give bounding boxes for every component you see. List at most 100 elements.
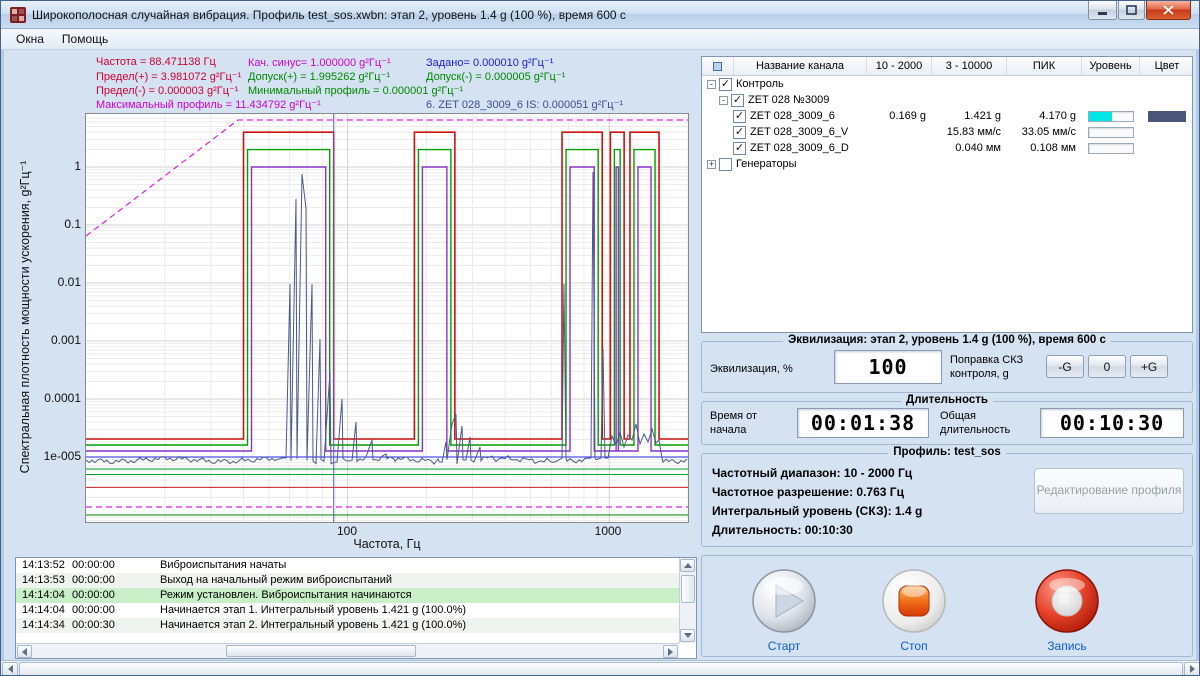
channel-peak-value: 0.108 мм bbox=[1030, 142, 1076, 154]
app-icon bbox=[10, 6, 26, 23]
record-label: Запись bbox=[1047, 639, 1087, 653]
y-tick-label: 0.1 bbox=[64, 217, 81, 231]
checkbox-checked[interactable]: ✓ bbox=[733, 141, 746, 155]
annotation-tolerance-minus: Допуск(-) = 0.000005 g²Гц⁻¹ bbox=[426, 71, 566, 83]
level-meter bbox=[1088, 110, 1134, 122]
stop-button[interactable]: Стоп bbox=[879, 566, 949, 653]
annotation-max-profile: Максимальный профиль = 11.434792 g²Гц⁻¹ bbox=[96, 99, 321, 111]
elapsed-time-label: Время от начала bbox=[710, 410, 758, 436]
transport-controls: Старт Стоп Запись bbox=[701, 555, 1193, 657]
checkbox-checked[interactable]: ✓ bbox=[719, 77, 732, 91]
header-band-10-2000[interactable]: 10 - 2000 bbox=[867, 57, 932, 75]
header-band-3-10000[interactable]: 3 - 10000 bbox=[932, 57, 1007, 75]
channel-wide-value: 1.421 g bbox=[964, 110, 1001, 122]
menu-bar: Окна Помощь bbox=[1, 29, 1199, 50]
title-bar[interactable]: Широкополосная случайная вибрация. Профи… bbox=[1, 1, 1199, 29]
profile-integral-level: Интегральный уровень (СКЗ): 1.4 g bbox=[712, 504, 923, 518]
channel-name: ZET 028_3009_6_V bbox=[750, 126, 849, 138]
checkbox-checked[interactable]: ✓ bbox=[731, 93, 744, 107]
profile-frequency-resolution: Частотное разрешение: 0.763 Гц bbox=[712, 485, 904, 499]
channel-row[interactable]: ✓ ZET 028_3009_6_V 15.83 мм/с 33.05 мм/с bbox=[702, 124, 1192, 140]
channel-table-header: Название канала 10 - 2000 3 - 10000 ПИК … bbox=[702, 57, 1192, 76]
annotation-setpoint: Задано= 0.000010 g²Гц⁻¹ bbox=[426, 57, 554, 69]
header-color[interactable]: Цвет bbox=[1140, 57, 1194, 75]
log-message: Начинается этап 1. Интегральный уровень … bbox=[160, 604, 467, 616]
log-message: Выход на начальный режим виброиспытаний bbox=[160, 574, 393, 586]
scroll-thumb[interactable] bbox=[681, 575, 695, 603]
scroll-up-button[interactable] bbox=[680, 559, 695, 572]
log-row[interactable]: 14:14:04 00:00:00 Режим установлен. Вибр… bbox=[16, 588, 696, 603]
record-button[interactable]: Запись bbox=[1032, 566, 1102, 653]
annotation-tolerance-plus: Допуск(+) = 1.995262 g²Гц⁻¹ bbox=[248, 71, 391, 83]
tree-label: Генераторы bbox=[736, 158, 797, 170]
scroll-left-button[interactable] bbox=[17, 645, 32, 658]
event-log: 14:13:52 00:00:00 Виброиспытания начаты … bbox=[15, 557, 697, 659]
start-button[interactable]: Старт bbox=[749, 566, 819, 653]
log-row[interactable]: 14:14:04 00:00:00 Начинается этап 1. Инт… bbox=[16, 603, 696, 618]
header-channel-name[interactable]: Название канала bbox=[734, 57, 867, 75]
collapse-expander-icon[interactable]: - bbox=[719, 95, 728, 105]
level-meter bbox=[1088, 142, 1134, 154]
stop-label: Стоп bbox=[900, 639, 928, 653]
scroll-right-button[interactable] bbox=[663, 645, 678, 658]
window-title: Широкополосная случайная вибрация. Профи… bbox=[32, 7, 626, 22]
profile-frequency-range: Частотный диапазон: 10 - 2000 Гц bbox=[712, 466, 913, 480]
annotation-sweep-sine: Кач. синус= 1.000000 g²Гц⁻¹ bbox=[248, 57, 391, 69]
level-meter bbox=[1088, 126, 1134, 138]
x-axis-label: Частота, Гц bbox=[353, 537, 421, 551]
maximize-button[interactable] bbox=[1118, 1, 1145, 20]
expand-expander-icon[interactable]: + bbox=[707, 159, 716, 169]
channel-wide-value: 15.83 мм/с bbox=[946, 126, 1001, 138]
log-horizontal-scrollbar[interactable] bbox=[16, 643, 679, 658]
start-label: Старт bbox=[767, 639, 801, 653]
channel-color-swatch bbox=[1148, 110, 1186, 122]
channel-row[interactable]: ✓ ZET 028_3009_6_D 0.040 мм 0.108 мм bbox=[702, 140, 1192, 156]
header-level[interactable]: Уровень bbox=[1082, 57, 1140, 75]
menu-help[interactable]: Помощь bbox=[53, 30, 117, 48]
app-horizontal-scrollbar[interactable] bbox=[1, 660, 1199, 675]
y-tick-label: 0.01 bbox=[57, 275, 81, 289]
log-time: 14:13:52 bbox=[22, 559, 65, 571]
duration-group: Длительность Время от начала 00:01:38 Об… bbox=[701, 394, 1193, 445]
equalization-value-display: 100 bbox=[834, 350, 942, 384]
tree-row-generators[interactable]: + Генераторы bbox=[702, 156, 1192, 172]
header-peak[interactable]: ПИК bbox=[1007, 57, 1082, 75]
tree-row-device[interactable]: - ✓ ZET 028 №3009 bbox=[702, 92, 1192, 108]
minus-g-button[interactable]: -G bbox=[1046, 355, 1084, 378]
stop-icon bbox=[882, 569, 946, 633]
edit-profile-button[interactable]: Редактирование профиля bbox=[1034, 468, 1184, 514]
y-tick-label: 0.001 bbox=[50, 333, 81, 347]
minimize-button[interactable] bbox=[1088, 1, 1117, 20]
checkbox-checked[interactable]: ✓ bbox=[733, 125, 746, 139]
menu-windows[interactable]: Окна bbox=[7, 30, 53, 48]
scroll-thumb[interactable] bbox=[226, 645, 416, 657]
log-elapsed: 00:00:00 bbox=[72, 589, 115, 601]
scroll-thumb[interactable] bbox=[19, 662, 1183, 675]
collapse-expander-icon[interactable]: - bbox=[707, 79, 716, 89]
log-vertical-scrollbar[interactable] bbox=[679, 558, 696, 643]
scroll-down-button[interactable] bbox=[680, 629, 695, 642]
close-button[interactable] bbox=[1146, 1, 1191, 20]
scroll-right-button[interactable] bbox=[1184, 662, 1199, 675]
tree-row-control[interactable]: - ✓ Контроль bbox=[702, 76, 1192, 92]
x-tick-label: 100 bbox=[336, 524, 358, 538]
scroll-left-button[interactable] bbox=[2, 662, 18, 675]
annotation-limit-minus: Предел(-) = 0.000003 g²Гц⁻¹ bbox=[96, 85, 239, 97]
channel-row[interactable]: ✓ ZET 028_3009_6 0.169 g 1.421 g 4.170 g bbox=[702, 108, 1192, 124]
zero-g-button[interactable]: 0 bbox=[1088, 355, 1126, 378]
profile-group: Профиль: test_sos Частотный диапазон: 10… bbox=[701, 446, 1193, 547]
header-select-all[interactable] bbox=[702, 57, 734, 75]
spectrum-plot[interactable] bbox=[85, 113, 689, 523]
checkbox-checked[interactable]: ✓ bbox=[733, 109, 746, 123]
log-row[interactable]: 14:13:52 00:00:00 Виброиспытания начаты bbox=[16, 558, 696, 573]
plus-g-button[interactable]: +G bbox=[1130, 355, 1168, 378]
level-meter-fill bbox=[1089, 111, 1112, 121]
log-message: Виброиспытания начаты bbox=[160, 559, 287, 571]
spectrum-plot-canvas bbox=[85, 114, 689, 522]
log-row[interactable]: 14:13:53 00:00:00 Выход на начальный реж… bbox=[16, 573, 696, 588]
log-row[interactable]: 14:14:34 00:00:30 Начинается этап 2. Инт… bbox=[16, 618, 696, 633]
y-tick-label: 1e-005 bbox=[43, 449, 81, 463]
checkbox-unchecked[interactable] bbox=[719, 157, 732, 171]
channel-table: Название канала 10 - 2000 3 - 10000 ПИК … bbox=[701, 56, 1193, 333]
channel-peak-value: 33.05 мм/с bbox=[1021, 126, 1076, 138]
